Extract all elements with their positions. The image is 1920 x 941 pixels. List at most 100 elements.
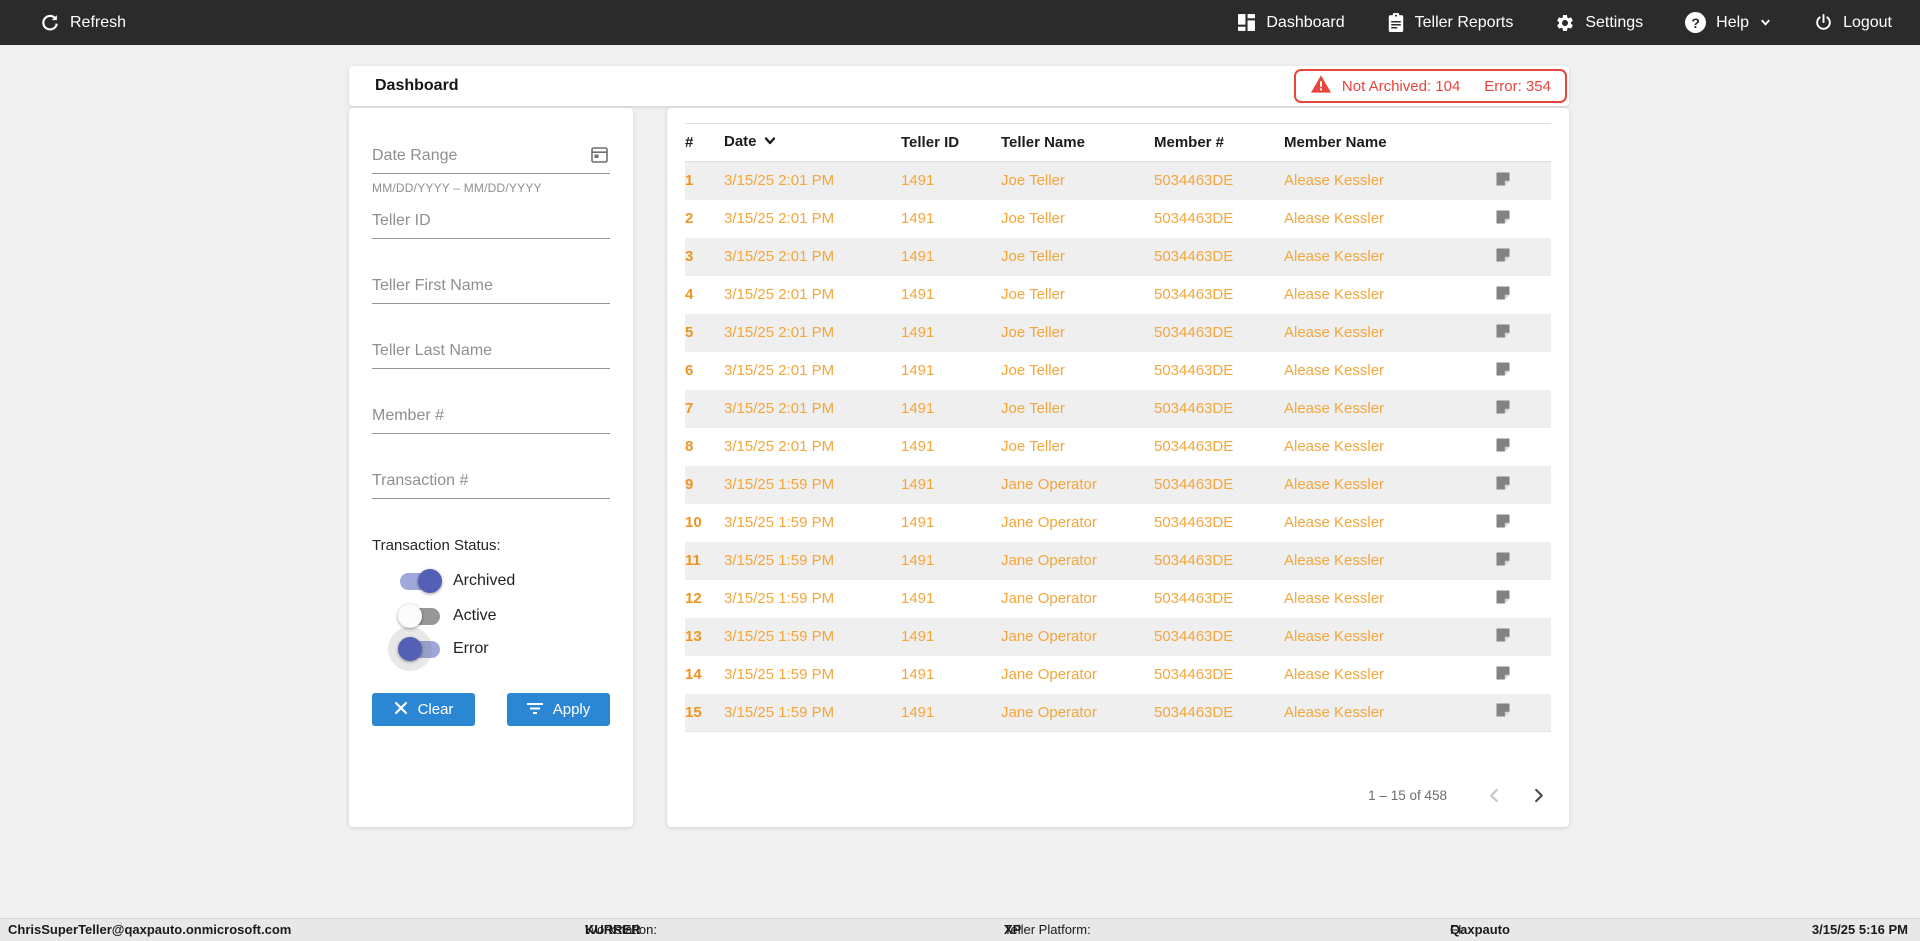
note-icon[interactable] <box>1495 285 1511 305</box>
column-header-teller-id[interactable]: Teller ID <box>901 124 1001 162</box>
column-header-note <box>1454 124 1551 162</box>
cell-member-number: 5034463DE <box>1154 324 1234 341</box>
table-row[interactable]: 6 3/15/25 2:01 PM 1491 Joe Teller 503446… <box>685 352 1551 390</box>
teller-last-name-input[interactable] <box>372 338 610 369</box>
teller-id-input[interactable] <box>372 208 610 239</box>
nav-help[interactable]: ? Help <box>1685 12 1772 33</box>
nav-dashboard-label: Dashboard <box>1266 13 1345 31</box>
note-icon[interactable] <box>1495 627 1511 647</box>
column-header-member-number[interactable]: Member # <box>1154 124 1284 162</box>
table-row[interactable]: 11 3/15/25 1:59 PM 1491 Jane Operator 50… <box>685 541 1551 580</box>
toggle-error-label: Error <box>453 640 489 657</box>
note-icon[interactable] <box>1495 702 1511 722</box>
transaction-number-field-wrap <box>372 468 610 499</box>
note-icon[interactable] <box>1495 589 1511 609</box>
note-icon[interactable] <box>1495 209 1511 229</box>
toggle-archived[interactable]: Archived <box>400 568 515 594</box>
cell-date: 3/15/25 1:59 PM <box>724 552 835 569</box>
note-icon[interactable] <box>1495 437 1511 457</box>
cell-teller-id: 1491 <box>901 514 935 531</box>
cell-teller-id: 1491 <box>901 172 935 190</box>
nav-dashboard[interactable]: Dashboard <box>1237 13 1345 32</box>
row-number: 7 <box>685 400 694 417</box>
nav-settings[interactable]: Settings <box>1555 13 1643 33</box>
cell-teller-name: Jane Operator <box>1001 514 1097 531</box>
logged-in-user: ChrisSuperTeller@qaxpauto.onmicrosoft.co… <box>8 922 292 937</box>
cell-teller-name: Jane Operator <box>1001 666 1097 683</box>
date-range-input[interactable] <box>372 143 610 174</box>
calendar-icon[interactable] <box>588 145 610 167</box>
cell-teller-name: Joe Teller <box>1001 400 1065 417</box>
cell-member-number: 5034463DE <box>1154 400 1234 417</box>
column-header-teller-name[interactable]: Teller Name <box>1001 124 1154 162</box>
column-header-number[interactable]: # <box>685 124 724 162</box>
clear-button[interactable]: Clear <box>372 693 475 726</box>
note-icon[interactable] <box>1495 513 1511 533</box>
cell-teller-name: Joe Teller <box>1001 248 1065 265</box>
cell-member-number: 5034463DE <box>1154 628 1234 645</box>
table-row[interactable]: 3 3/15/25 2:01 PM 1491 Joe Teller 503446… <box>685 237 1551 276</box>
toggle-active[interactable]: Active <box>398 603 497 629</box>
cell-date: 3/15/25 1:59 PM <box>724 628 835 645</box>
member-number-input[interactable] <box>372 403 610 434</box>
table-row[interactable]: 12 3/15/25 1:59 PM 1491 Jane Operator 50… <box>685 580 1551 618</box>
apply-button[interactable]: Apply <box>507 693 610 726</box>
table-row[interactable]: 9 3/15/25 1:59 PM 1491 Jane Operator 503… <box>685 465 1551 504</box>
table-row[interactable]: 7 3/15/25 2:01 PM 1491 Joe Teller 503446… <box>685 389 1551 428</box>
column-header-member-name[interactable]: Member Name <box>1284 124 1454 162</box>
note-icon[interactable] <box>1495 361 1511 381</box>
teller-first-name-input[interactable] <box>372 273 610 304</box>
cell-member-number: 5034463DE <box>1154 476 1234 493</box>
table-row[interactable]: 15 3/15/25 1:59 PM 1491 Jane Operator 50… <box>685 693 1551 732</box>
table-row[interactable]: 10 3/15/25 1:59 PM 1491 Jane Operator 50… <box>685 504 1551 542</box>
note-icon[interactable] <box>1495 665 1511 685</box>
cell-date: 3/15/25 2:01 PM <box>724 286 835 303</box>
refresh-button[interactable]: Refresh <box>40 0 126 45</box>
next-page-button[interactable] <box>1525 782 1551 808</box>
pagination-range-label: 1 – 15 of 458 <box>1368 787 1447 803</box>
cell-date: 3/15/25 1:59 PM <box>724 703 835 721</box>
nav-logout[interactable]: Logout <box>1814 13 1892 32</box>
cell-teller-name: Jane Operator <box>1001 476 1097 493</box>
cell-teller-id: 1491 <box>901 400 935 417</box>
note-icon[interactable] <box>1495 399 1511 419</box>
table-row[interactable]: 1 3/15/25 2:01 PM 1491 Joe Teller 503446… <box>685 161 1551 200</box>
transaction-number-input[interactable] <box>372 468 610 499</box>
cell-teller-id: 1491 <box>901 703 935 721</box>
table-row[interactable]: 14 3/15/25 1:59 PM 1491 Jane Operator 50… <box>685 656 1551 694</box>
row-number: 14 <box>685 666 702 683</box>
note-icon[interactable] <box>1495 323 1511 343</box>
cell-teller-name: Jane Operator <box>1001 552 1097 569</box>
refresh-icon <box>40 13 60 33</box>
row-number: 1 <box>685 172 694 190</box>
page-title: Dashboard <box>375 77 459 94</box>
status-alert-badge: Not Archived: 104 Error: 354 <box>1293 69 1567 103</box>
table-row[interactable]: 13 3/15/25 1:59 PM 1491 Jane Operator 50… <box>685 617 1551 656</box>
note-icon[interactable] <box>1495 551 1511 571</box>
table-row[interactable]: 2 3/15/25 2:01 PM 1491 Joe Teller 503446… <box>685 200 1551 238</box>
column-header-date[interactable]: Date <box>724 124 901 162</box>
cell-member-number: 5034463DE <box>1154 362 1234 379</box>
table-row[interactable]: 8 3/15/25 2:01 PM 1491 Joe Teller 503446… <box>685 428 1551 466</box>
refresh-label: Refresh <box>70 13 127 31</box>
note-icon[interactable] <box>1495 475 1511 495</box>
cell-teller-id: 1491 <box>901 286 935 303</box>
toggle-archived-switch <box>400 568 442 593</box>
row-number: 3 <box>685 248 694 265</box>
cell-teller-name: Joe Teller <box>1001 438 1065 455</box>
nav-teller-reports[interactable]: Teller Reports <box>1387 12 1513 33</box>
cell-date: 3/15/25 2:01 PM <box>724 324 835 341</box>
cell-member-number: 5034463DE <box>1154 248 1234 265</box>
sort-desc-icon <box>763 135 777 152</box>
note-icon[interactable] <box>1495 171 1511 191</box>
cell-member-number: 5034463DE <box>1154 210 1234 227</box>
date-range-field-wrap <box>372 143 610 174</box>
note-icon[interactable] <box>1495 247 1511 267</box>
toggle-error[interactable]: Error <box>388 626 489 671</box>
nav-logout-label: Logout <box>1843 13 1892 31</box>
teller-last-name-field-wrap <box>372 338 610 369</box>
cell-teller-id: 1491 <box>901 210 935 227</box>
table-row[interactable]: 5 3/15/25 2:01 PM 1491 Joe Teller 503446… <box>685 313 1551 352</box>
table-row[interactable]: 4 3/15/25 2:01 PM 1491 Joe Teller 503446… <box>685 276 1551 314</box>
cell-member-name: Alease Kessler <box>1284 514 1385 531</box>
